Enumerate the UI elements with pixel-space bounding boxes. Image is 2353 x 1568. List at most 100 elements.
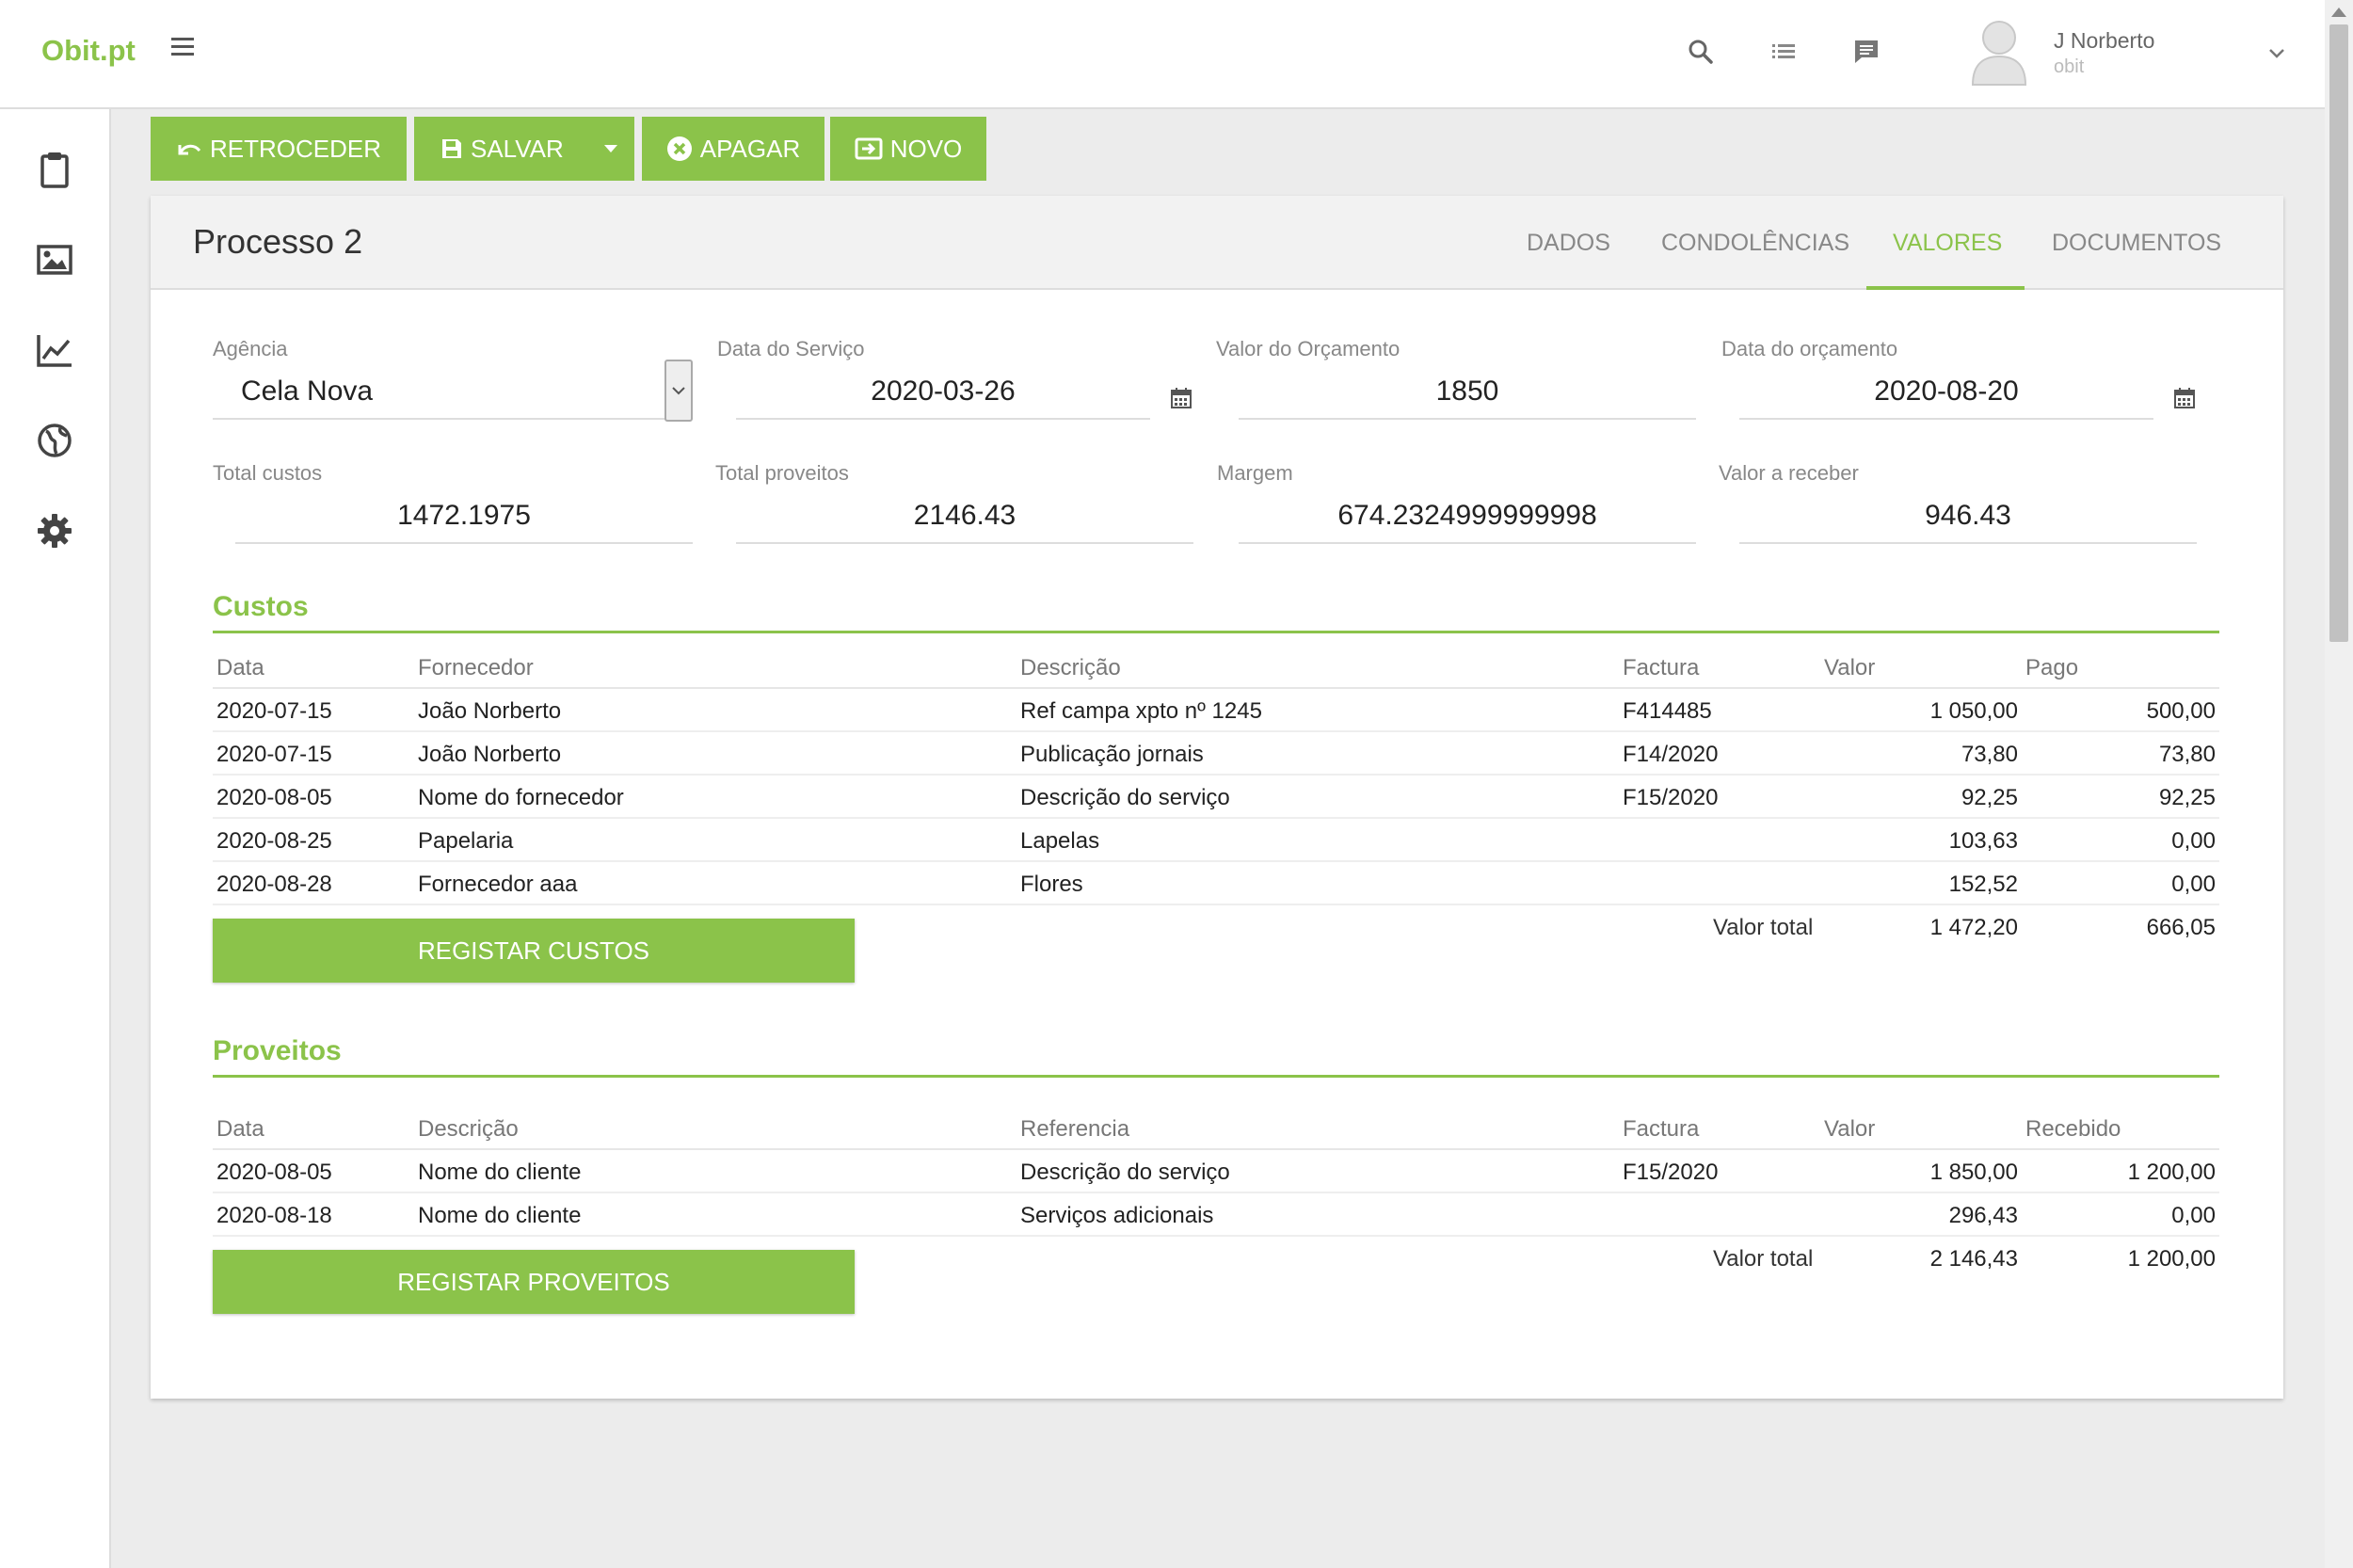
total-proveitos-field[interactable]: 2146.43 bbox=[736, 489, 1193, 544]
column-header: Data bbox=[216, 655, 264, 680]
data-servico-field[interactable]: 2020-03-26 bbox=[736, 365, 1150, 420]
delete-button[interactable]: APAGAR bbox=[642, 117, 824, 181]
register-costs-button[interactable]: REGISTAR CUSTOS bbox=[213, 919, 855, 983]
user-subtitle: obit bbox=[2054, 56, 2085, 77]
save-button-label: SALVAR bbox=[471, 134, 564, 163]
cell-fornecedor: João Norberto bbox=[418, 698, 562, 724]
table-row[interactable]: 2020-08-28 Fornecedor aaa Flores 152,52 … bbox=[213, 862, 2219, 905]
cell-valor: 296,43 bbox=[1948, 1203, 2018, 1228]
cell-pago: 500,00 bbox=[2146, 698, 2216, 724]
column-header: Fornecedor bbox=[418, 655, 534, 680]
chat-icon[interactable] bbox=[1852, 38, 1886, 72]
cell-data: 2020-07-15 bbox=[216, 742, 332, 767]
save-button[interactable]: SALVAR bbox=[414, 117, 634, 181]
custos-section-title: Custos bbox=[213, 591, 309, 622]
valor-orcamento-field[interactable]: 1850 bbox=[1239, 365, 1696, 420]
chevron-down-icon[interactable] bbox=[2266, 47, 2287, 60]
proveitos-total-recebido: 1 200,00 bbox=[2127, 1246, 2216, 1272]
custos-total-label: Valor total bbox=[1713, 915, 1814, 940]
floppy-icon bbox=[442, 139, 461, 158]
data-servico-label: Data do Serviço bbox=[717, 337, 865, 360]
enter-icon bbox=[855, 137, 883, 160]
table-row[interactable]: 2020-08-18 Nome do cliente Serviços adic… bbox=[213, 1193, 2219, 1237]
back-button-label: RETROCEDER bbox=[209, 134, 381, 163]
column-header: Recebido bbox=[2025, 1116, 2121, 1142]
back-button[interactable]: RETROCEDER bbox=[151, 117, 407, 181]
cell-data: 2020-08-28 bbox=[216, 872, 332, 897]
cell-valor: 73,80 bbox=[1961, 742, 2018, 767]
valor-receber-field[interactable]: 946.43 bbox=[1739, 489, 2197, 544]
active-tab-indicator bbox=[1866, 286, 2025, 290]
table-row[interactable]: 2020-08-05 Nome do cliente Descrição do … bbox=[213, 1150, 2219, 1193]
cell-pago: 92,25 bbox=[2158, 785, 2216, 810]
card-header: Processo 2 DADOS CONDOLÊNCIAS VALORES DO… bbox=[151, 196, 2283, 290]
menu-toggle-icon[interactable] bbox=[171, 38, 194, 56]
column-header: Referencia bbox=[1020, 1116, 1130, 1142]
column-header: Factura bbox=[1623, 655, 1700, 680]
tab-documentos[interactable]: DOCUMENTOS bbox=[2052, 230, 2221, 257]
register-revenue-button[interactable]: REGISTAR PROVEITOS bbox=[213, 1250, 855, 1314]
cell-data: 2020-08-05 bbox=[216, 785, 332, 810]
list-icon[interactable] bbox=[1769, 38, 1803, 72]
table-row[interactable]: 2020-08-25 Papelaria Lapelas 103,63 0,00 bbox=[213, 819, 2219, 862]
cell-fornecedor: Nome do fornecedor bbox=[418, 785, 624, 810]
proveitos-total-valor: 2 146,43 bbox=[1929, 1246, 2018, 1272]
cell-fornecedor: Fornecedor aaa bbox=[418, 872, 578, 897]
data-orcamento-label: Data do orçamento bbox=[1721, 337, 1898, 360]
globe-icon[interactable] bbox=[36, 422, 73, 459]
total-proveitos-label: Total proveitos bbox=[715, 461, 849, 485]
scroll-up-icon[interactable] bbox=[2331, 8, 2346, 17]
chevron-down-icon[interactable] bbox=[664, 360, 693, 422]
proveitos-table-header: Data Descrição Referencia Factura Valor … bbox=[213, 1107, 2219, 1150]
clipboard-icon[interactable] bbox=[36, 151, 73, 188]
cell-referencia: Serviços adicionais bbox=[1020, 1203, 1214, 1228]
calendar-icon[interactable] bbox=[2172, 386, 2197, 410]
cell-factura: F414485 bbox=[1623, 698, 1712, 724]
scrollbar-thumb[interactable] bbox=[2329, 24, 2348, 642]
new-button[interactable]: NOVO bbox=[830, 117, 986, 181]
cell-pago: 0,00 bbox=[2171, 872, 2216, 897]
chart-icon[interactable] bbox=[36, 331, 73, 369]
total-custos-field[interactable]: 1472.1975 bbox=[235, 489, 693, 544]
undo-icon bbox=[178, 144, 201, 155]
cell-pago: 0,00 bbox=[2171, 828, 2216, 854]
custos-total-pago: 666,05 bbox=[2146, 915, 2216, 940]
column-header: Descrição bbox=[1020, 655, 1121, 680]
sidebar bbox=[0, 109, 111, 1568]
cell-factura: F15/2020 bbox=[1623, 1160, 1719, 1185]
data-orcamento-field[interactable]: 2020-08-20 bbox=[1739, 365, 2153, 420]
top-header: Obit.pt J Norberto obit bbox=[0, 0, 2325, 109]
table-row[interactable]: 2020-07-15 João Norberto Ref campa xpto … bbox=[213, 689, 2219, 732]
close-circle-icon bbox=[666, 136, 692, 161]
cell-referencia: Descrição do serviço bbox=[1020, 1160, 1230, 1185]
column-header: Data bbox=[216, 1116, 264, 1142]
vertical-scrollbar[interactable] bbox=[2325, 0, 2353, 1568]
save-options-caret-icon[interactable] bbox=[587, 117, 634, 181]
cell-data: 2020-08-25 bbox=[216, 828, 332, 854]
delete-button-label: APAGAR bbox=[699, 134, 801, 163]
calendar-icon[interactable] bbox=[1169, 386, 1193, 410]
cell-descricao: Lapelas bbox=[1020, 828, 1100, 854]
avatar[interactable] bbox=[1969, 15, 2029, 87]
brand-logo[interactable]: Obit.pt bbox=[41, 34, 136, 68]
cell-fornecedor: João Norberto bbox=[418, 742, 562, 767]
valor-orcamento-label: Valor do Orçamento bbox=[1216, 337, 1401, 360]
user-name[interactable]: J Norberto bbox=[2054, 28, 2154, 54]
custos-divider bbox=[213, 631, 2219, 633]
search-icon[interactable] bbox=[1687, 38, 1721, 72]
proveitos-section-title: Proveitos bbox=[213, 1035, 342, 1066]
proveitos-total-label: Valor total bbox=[1713, 1246, 1814, 1272]
table-row[interactable]: 2020-07-15 João Norberto Publicação jorn… bbox=[213, 732, 2219, 776]
margem-field[interactable]: 674.2324999999998 bbox=[1239, 489, 1696, 544]
column-header: Valor bbox=[1824, 655, 1876, 680]
table-row[interactable]: 2020-08-05 Nome do fornecedor Descrição … bbox=[213, 776, 2219, 819]
new-button-label: NOVO bbox=[889, 134, 963, 163]
agencia-select[interactable]: Cela Nova bbox=[213, 365, 680, 420]
image-icon[interactable] bbox=[36, 241, 73, 279]
tab-valores[interactable]: VALORES bbox=[1893, 230, 2002, 257]
gear-icon[interactable] bbox=[36, 512, 73, 550]
tab-condolencias[interactable]: CONDOLÊNCIAS bbox=[1661, 230, 1849, 257]
cell-data: 2020-08-05 bbox=[216, 1160, 332, 1185]
tab-dados[interactable]: DADOS bbox=[1527, 230, 1610, 257]
custos-total-valor: 1 472,20 bbox=[1929, 915, 2018, 940]
